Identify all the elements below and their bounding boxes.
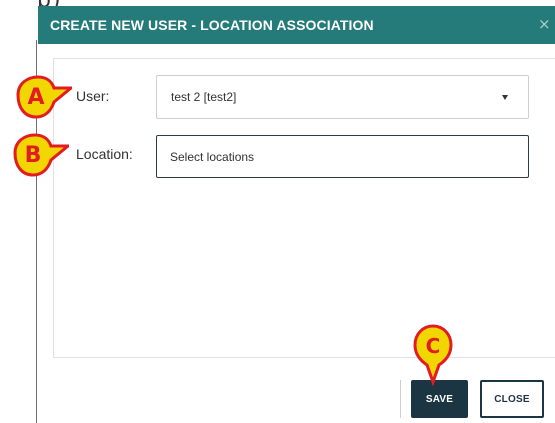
close-icon[interactable]: × [538,15,552,33]
chevron-down-icon [502,94,508,100]
window-left-border [36,40,37,423]
location-label: Location: [76,146,133,162]
location-association-dialog: CREATE NEW USER - LOCATION ASSOCIATION ×… [38,6,555,423]
user-label: User: [76,88,110,104]
dialog-header: CREATE NEW USER - LOCATION ASSOCIATION × [38,6,555,44]
user-select[interactable]: test 2 [test2] [156,75,529,119]
user-select-value: test 2 [test2] [171,90,237,104]
footer-separator [400,380,401,418]
dialog-title: CREATE NEW USER - LOCATION ASSOCIATION [50,17,374,33]
close-button[interactable]: CLOSE [480,380,544,418]
save-button[interactable]: SAVE [411,380,468,418]
location-input[interactable] [156,135,529,178]
